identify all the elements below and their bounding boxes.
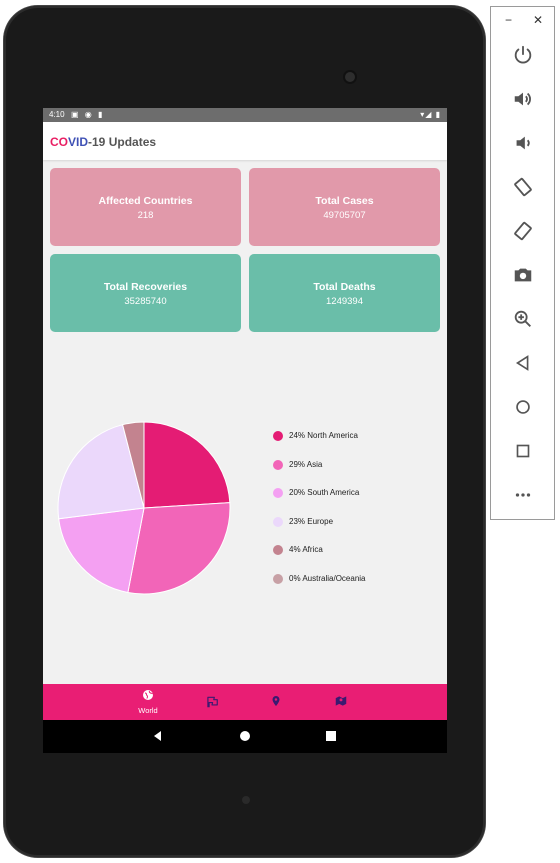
legend-label: 23% Europe: [289, 516, 334, 526]
card-label: Affected Countries: [98, 195, 193, 207]
legend-swatch: [273, 574, 283, 584]
zoom-button[interactable]: [505, 304, 541, 334]
nav-world[interactable]: World: [123, 684, 173, 720]
app-bar: COVID-19 Updates: [43, 122, 447, 160]
title-co: CO: [50, 135, 68, 149]
card-value: 35285740: [124, 296, 167, 307]
pie-slice: [143, 421, 231, 509]
map-icon: [335, 696, 347, 706]
front-camera: [345, 72, 355, 82]
device-screen: 4:10 ▣ ◉ ▮ ▾◢ ▮ COVID-19 Updates Affecte…: [43, 108, 447, 753]
title-rest: -19 Updates: [88, 135, 157, 149]
pie-slice: [127, 502, 231, 595]
more-dots-icon: [515, 493, 531, 497]
home-button[interactable]: [505, 392, 541, 422]
volume-up-button[interactable]: [505, 84, 541, 114]
system-navigation-bar: [43, 720, 447, 753]
close-icon[interactable]: ✕: [533, 13, 543, 27]
legend-swatch: [273, 431, 283, 441]
nav-map[interactable]: [316, 684, 366, 720]
triangle-back-icon: [515, 355, 529, 371]
home-icon[interactable]: [238, 729, 252, 743]
recents-icon[interactable]: [324, 729, 338, 743]
screenshot-button[interactable]: [505, 260, 541, 290]
status-bar: 4:10 ▣ ◉ ▮ ▾◢ ▮: [43, 108, 447, 122]
nav-countries[interactable]: [187, 684, 237, 720]
globe-icon: [143, 690, 153, 700]
volume-down-button[interactable]: [505, 128, 541, 158]
volume-down-icon: [516, 136, 530, 150]
more-button[interactable]: [505, 480, 541, 510]
legend-label: 0% Australia/Oceania: [289, 574, 366, 583]
power-icon: [514, 45, 532, 64]
nav-world-label: World: [138, 706, 158, 715]
rotate-left-button[interactable]: [505, 172, 541, 202]
device-sensor: [242, 796, 250, 804]
zoom-in-icon: [514, 310, 531, 327]
legend-label: 24% North America: [289, 431, 358, 440]
rotate-right-button[interactable]: [505, 216, 541, 246]
power-button[interactable]: [505, 40, 541, 70]
card-label: Total Recoveries: [103, 281, 188, 293]
app-title: COVID-19 Updates: [50, 135, 156, 149]
notification-icons: ▣ ◉ ▮: [71, 110, 105, 119]
rotate-right-icon: [514, 221, 532, 241]
card-value: 218: [137, 210, 154, 221]
emulator-toolbar: − ✕: [490, 6, 555, 520]
legend-swatch: [273, 459, 283, 470]
card-total-deaths[interactable]: Total Deaths 1249394: [249, 254, 440, 332]
legend-label: 20% South America: [289, 488, 360, 498]
continent-pie-chart: 24% North America 29% Asia 20% South Ameri…: [43, 408, 447, 608]
bottom-navigation: World: [43, 684, 447, 720]
circle-home-icon: [516, 400, 530, 414]
card-total-cases[interactable]: Total Cases 49705707: [249, 168, 440, 246]
camera-icon: [514, 268, 532, 282]
card-value: 49705707: [323, 210, 366, 221]
signal-battery-icons: ▾◢ ▮: [420, 110, 441, 119]
legend-swatch: [273, 545, 283, 556]
pie-chart-svg: [57, 421, 231, 595]
rotate-left-icon: [514, 177, 532, 197]
square-overview-icon: [516, 444, 530, 458]
card-label: Total Cases: [315, 195, 374, 207]
title-vid: VID: [68, 135, 89, 149]
legend-label: 4% Africa: [289, 545, 323, 555]
card-affected-countries[interactable]: Affected Countries 218: [50, 168, 241, 246]
legend-swatch: [273, 488, 283, 499]
overview-button[interactable]: [505, 436, 541, 466]
back-icon[interactable]: [151, 729, 165, 743]
location-pin-icon: [272, 696, 280, 706]
volume-up-icon: [514, 92, 531, 106]
back-button[interactable]: [505, 348, 541, 378]
card-total-recoveries[interactable]: Total Recoveries 35285740: [50, 254, 241, 332]
nav-location[interactable]: [251, 684, 301, 720]
flag-icon: [207, 696, 218, 708]
status-time: 4:10: [49, 110, 65, 119]
card-value: 1249394: [326, 296, 363, 307]
minimize-icon[interactable]: −: [505, 13, 512, 27]
legend-swatch: [273, 516, 283, 527]
legend-label: 29% Asia: [289, 459, 323, 469]
card-label: Total Deaths: [313, 281, 376, 293]
